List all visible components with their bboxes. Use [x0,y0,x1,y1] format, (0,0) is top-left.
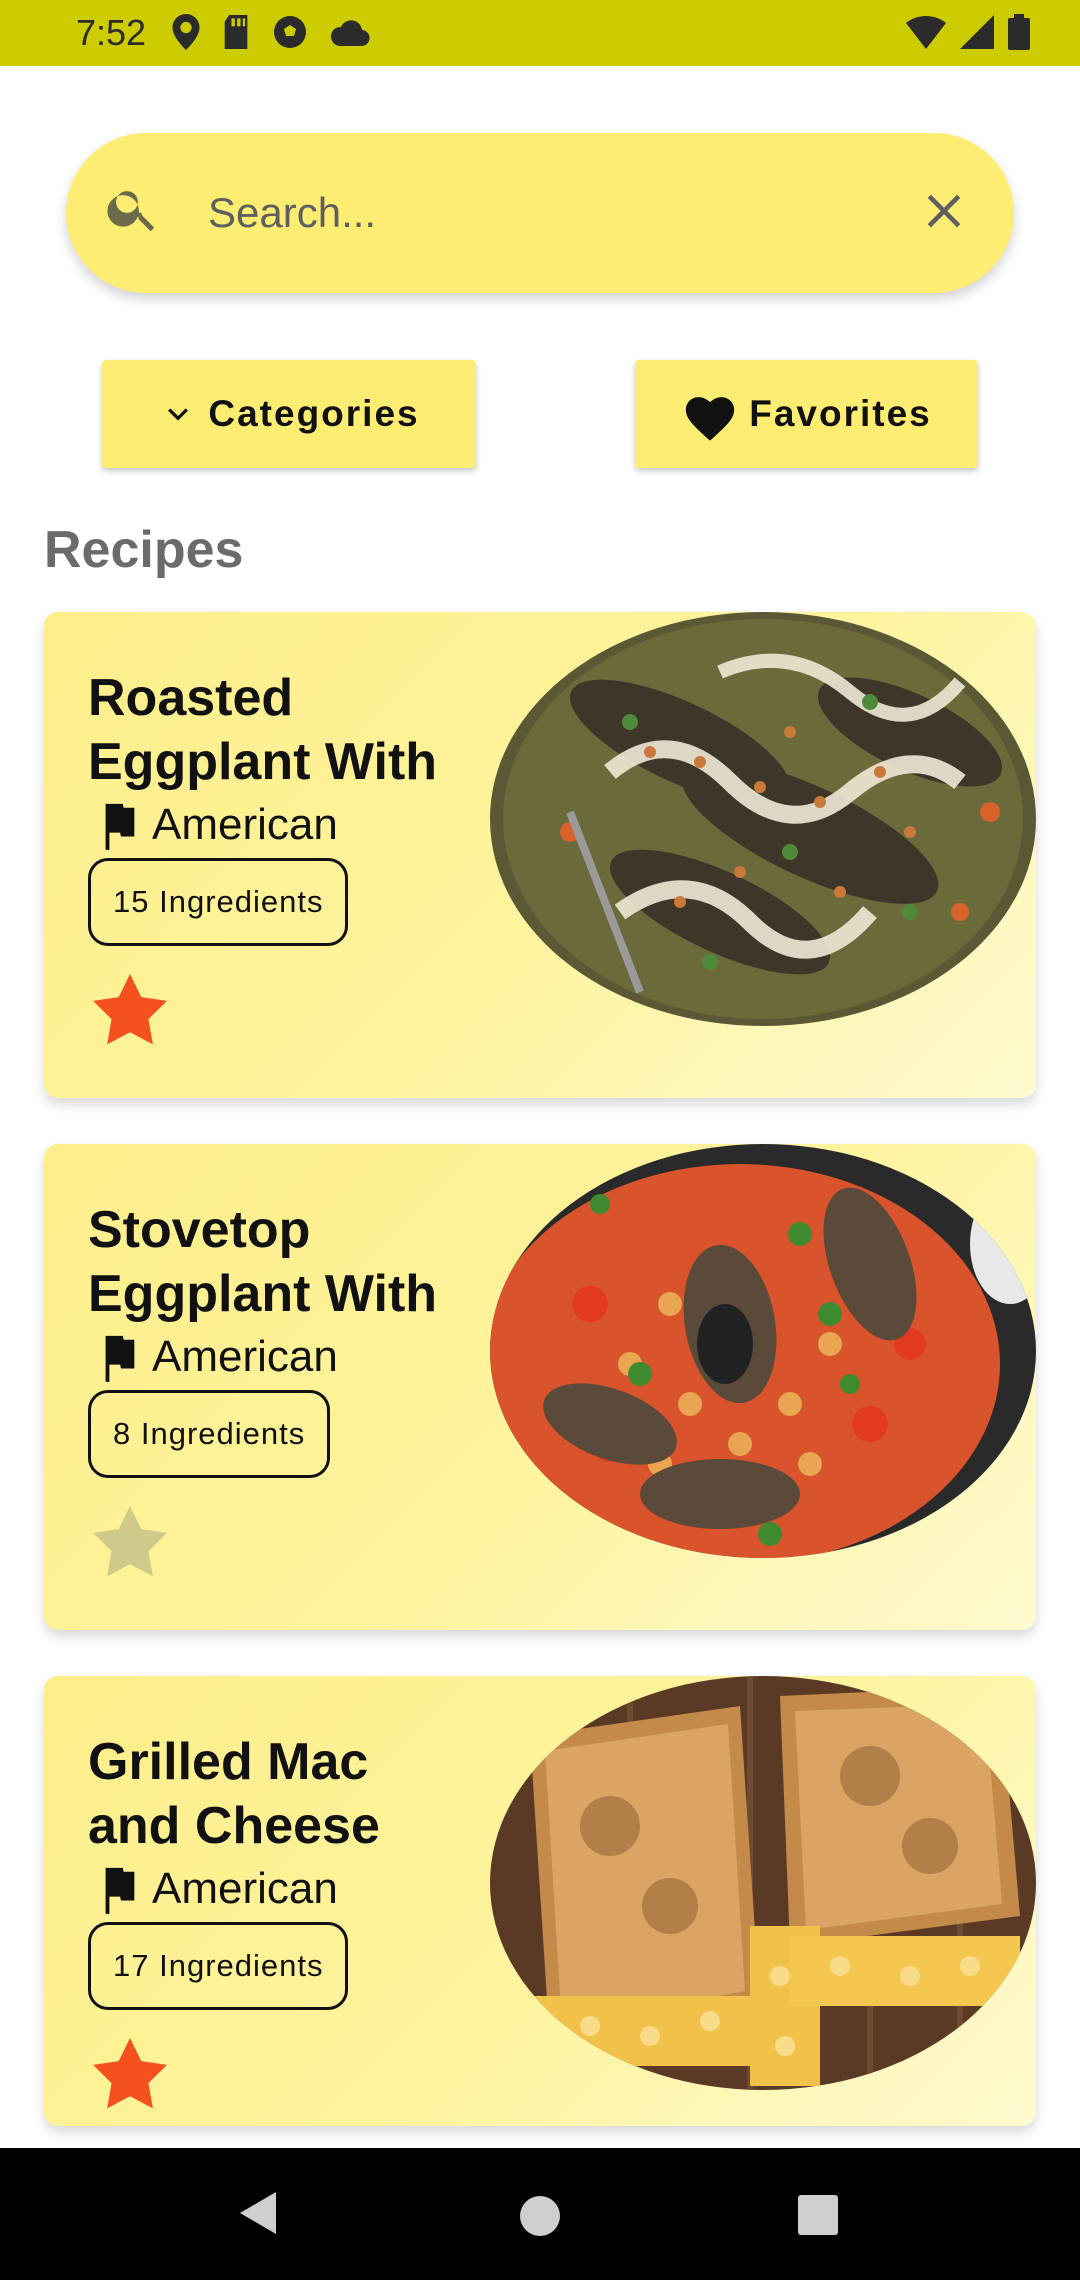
sd-card-icon [224,15,248,49]
recipe-card[interactable]: Grilled Mac and Cheese American 17 Ingre… [44,1676,1036,2126]
favorites-button[interactable]: Favorites [635,360,978,468]
ingredients-chip: 8 Ingredients [88,1390,331,1478]
recipe-card[interactable]: Roasted Eggplant With American 15 Ingred… [44,612,1036,1098]
cloud-icon [331,20,370,46]
cuisine-label: American [152,1864,338,1913]
favorite-star-icon[interactable] [92,974,168,1051]
recipe-image [490,1676,1036,2090]
wifi-icon [906,15,946,49]
recipe-card[interactable]: Stovetop Eggplant With American 8 Ingred… [44,1144,1036,1630]
search-input[interactable] [206,177,830,249]
location-icon [172,14,200,50]
flag-icon [105,1335,135,1382]
soccer-icon [274,16,306,48]
chevron-down-icon [168,408,189,421]
status-icons-right [906,14,1030,50]
flag-icon [105,803,135,850]
recipe-cuisine: American [96,1864,338,1914]
status-icons-left [172,14,370,50]
recents-icon[interactable] [797,2194,839,2241]
recipe-image [490,1144,1036,1558]
recipe-title: Stovetop Eggplant With [88,1201,438,1323]
flag-icon [105,1867,135,1914]
categories-button[interactable]: Categories [102,360,476,468]
cuisine-label: American [152,1332,338,1381]
recipe-cuisine: American [96,1332,338,1382]
search-icon[interactable] [104,179,162,242]
recipe-cuisine: American [96,800,338,850]
status-bar: 7:52 [0,0,1080,66]
categories-label: Categories [208,393,420,434]
navigation-bar [0,2148,1080,2280]
ingredients-chip: 17 Ingredients [88,1922,349,2010]
signal-icon [960,15,994,49]
cuisine-label: American [152,800,338,849]
battery-icon [1008,14,1030,50]
clear-icon[interactable] [916,183,972,244]
heart-icon [686,397,735,441]
favorite-star-icon[interactable] [92,2038,168,2115]
section-title: Recipes [44,521,244,579]
back-icon[interactable] [236,2190,280,2241]
search-bar[interactable] [66,133,1014,293]
status-time: 7:52 [76,12,147,53]
recipe-title: Grilled Mac and Cheese [88,1733,380,1855]
favorites-label: Favorites [749,393,932,434]
recipe-title: Roasted Eggplant With [88,669,438,791]
ingredients-chip: 15 Ingredients [88,858,349,946]
home-icon[interactable] [518,2194,562,2243]
recipe-image [490,612,1036,1026]
favorite-star-icon[interactable] [92,1506,168,1583]
